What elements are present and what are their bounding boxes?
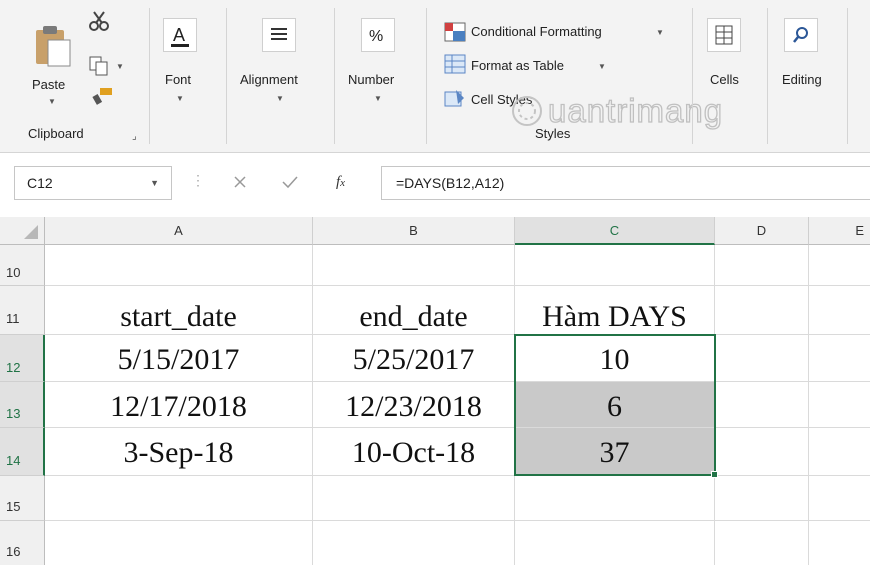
formula-text: =DAYS(B12,A12) [396, 175, 505, 191]
column-header-b[interactable]: B [313, 217, 515, 245]
cell-e15[interactable] [809, 476, 870, 521]
copy-icon[interactable] [88, 55, 110, 77]
formula-bar-grip-icon[interactable]: ⋮ [191, 172, 205, 189]
cell-a14[interactable]: 3-Sep-18 [45, 428, 313, 476]
cell-a10[interactable] [45, 245, 313, 286]
cell-c16[interactable] [515, 521, 715, 565]
cell-a11[interactable]: start_date [45, 286, 313, 335]
paste-button[interactable]: Paste [32, 77, 65, 92]
cell-b11[interactable]: end_date [313, 286, 515, 335]
cell-c10[interactable] [515, 245, 715, 286]
formula-input[interactable]: =DAYS(B12,A12) [381, 166, 870, 200]
alignment-label[interactable]: Alignment [240, 72, 298, 87]
format-as-table-button[interactable]: Format as Table [471, 58, 564, 73]
insert-function-icon[interactable]: fx [336, 174, 345, 191]
cell-d14[interactable] [715, 428, 809, 476]
clipboard-group-label: Clipboard [28, 126, 84, 141]
font-dropdown-icon[interactable]: ▼ [176, 94, 184, 103]
row-header-16[interactable]: 16 [0, 521, 45, 565]
format-as-table-dropdown-icon[interactable]: ▼ [598, 62, 606, 71]
column-header-d[interactable]: D [715, 217, 809, 245]
column-header-c[interactable]: C [515, 217, 715, 245]
svg-text:A: A [173, 25, 185, 45]
cell-c12[interactable]: 10 [515, 335, 715, 382]
cell-c11[interactable]: Hàm DAYS [515, 286, 715, 335]
paste-icon[interactable] [34, 24, 72, 68]
cell-e13[interactable] [809, 382, 870, 428]
cell-b13[interactable]: 12/23/2018 [313, 382, 515, 428]
ribbon: Paste ▼ ▼ Clipboard ⌟ A Font ▼ Alignment… [0, 0, 870, 153]
cell-a13[interactable]: 12/17/2018 [45, 382, 313, 428]
watermark-logo: uantrimang [547, 91, 724, 129]
cell-d12[interactable] [715, 335, 809, 382]
cell-e11[interactable] [809, 286, 870, 335]
align-icon [271, 28, 287, 40]
cell-e10[interactable] [809, 245, 870, 286]
column-header-e[interactable]: E [809, 217, 870, 245]
row-header-10[interactable]: 10 [0, 245, 45, 286]
magnifier-icon [793, 27, 808, 43]
font-button[interactable]: A [163, 18, 197, 52]
clipboard-launcher-icon[interactable]: ⌟ [132, 131, 137, 142]
name-box-dropdown-icon[interactable]: ▼ [150, 178, 159, 188]
copy-dropdown-icon[interactable]: ▼ [116, 62, 124, 71]
format-as-table-icon[interactable] [444, 54, 466, 74]
select-all-corner[interactable] [0, 217, 45, 245]
cell-b16[interactable] [313, 521, 515, 565]
name-box[interactable]: C12 ▼ [14, 166, 172, 200]
row-header-14[interactable]: 14 [0, 428, 45, 476]
number-label[interactable]: Number [348, 72, 394, 87]
alignment-dropdown-icon[interactable]: ▼ [276, 94, 284, 103]
fill-handle[interactable] [711, 471, 718, 478]
conditional-formatting-icon[interactable] [444, 22, 466, 42]
cells-icon [715, 25, 733, 45]
cut-icon[interactable] [88, 10, 110, 32]
cell-c13[interactable]: 6 [515, 382, 715, 428]
row-header-12[interactable]: 12 [0, 335, 45, 382]
select-all-icon [24, 225, 38, 239]
cell-c14[interactable]: 37 [515, 428, 715, 476]
number-button[interactable]: % [361, 18, 395, 52]
cell-b12[interactable]: 5/25/2017 [313, 335, 515, 382]
alignment-button[interactable] [262, 18, 296, 52]
editing-label[interactable]: Editing [782, 72, 822, 87]
name-box-value: C12 [27, 175, 53, 191]
cell-d11[interactable] [715, 286, 809, 335]
cell-c15[interactable] [515, 476, 715, 521]
number-dropdown-icon[interactable]: ▼ [374, 94, 382, 103]
cell-d15[interactable] [715, 476, 809, 521]
editing-button[interactable] [784, 18, 818, 52]
svg-text:%: % [369, 28, 383, 45]
cell-e16[interactable] [809, 521, 870, 565]
cell-a15[interactable] [45, 476, 313, 521]
watermark-icon [512, 96, 542, 126]
cell-e14[interactable] [809, 428, 870, 476]
format-painter-icon[interactable] [92, 86, 114, 106]
row-header-11[interactable]: 11 [0, 286, 45, 335]
percent-icon: % [369, 28, 383, 45]
font-label[interactable]: Font [165, 72, 191, 87]
cells-button[interactable] [707, 18, 741, 52]
cell-d13[interactable] [715, 382, 809, 428]
column-header-a[interactable]: A [45, 217, 313, 245]
cells-label[interactable]: Cells [710, 72, 739, 87]
enter-icon[interactable] [281, 174, 299, 190]
cancel-icon[interactable] [232, 174, 248, 190]
paste-dropdown-icon[interactable]: ▼ [48, 97, 56, 106]
cell-a16[interactable] [45, 521, 313, 565]
cell-d10[interactable] [715, 245, 809, 286]
font-icon: A [171, 25, 189, 47]
cell-b15[interactable] [313, 476, 515, 521]
row-header-15[interactable]: 15 [0, 476, 45, 521]
cell-b10[interactable] [313, 245, 515, 286]
cell-b14[interactable]: 10-Oct-18 [313, 428, 515, 476]
cell-styles-icon[interactable] [444, 88, 466, 108]
conditional-formatting-button[interactable]: Conditional Formatting [471, 24, 602, 39]
row-header-13[interactable]: 13 [0, 382, 45, 428]
conditional-formatting-dropdown-icon[interactable]: ▼ [656, 28, 664, 37]
cell-d16[interactable] [715, 521, 809, 565]
cell-a12[interactable]: 5/15/2017 [45, 335, 313, 382]
cell-e12[interactable] [809, 335, 870, 382]
